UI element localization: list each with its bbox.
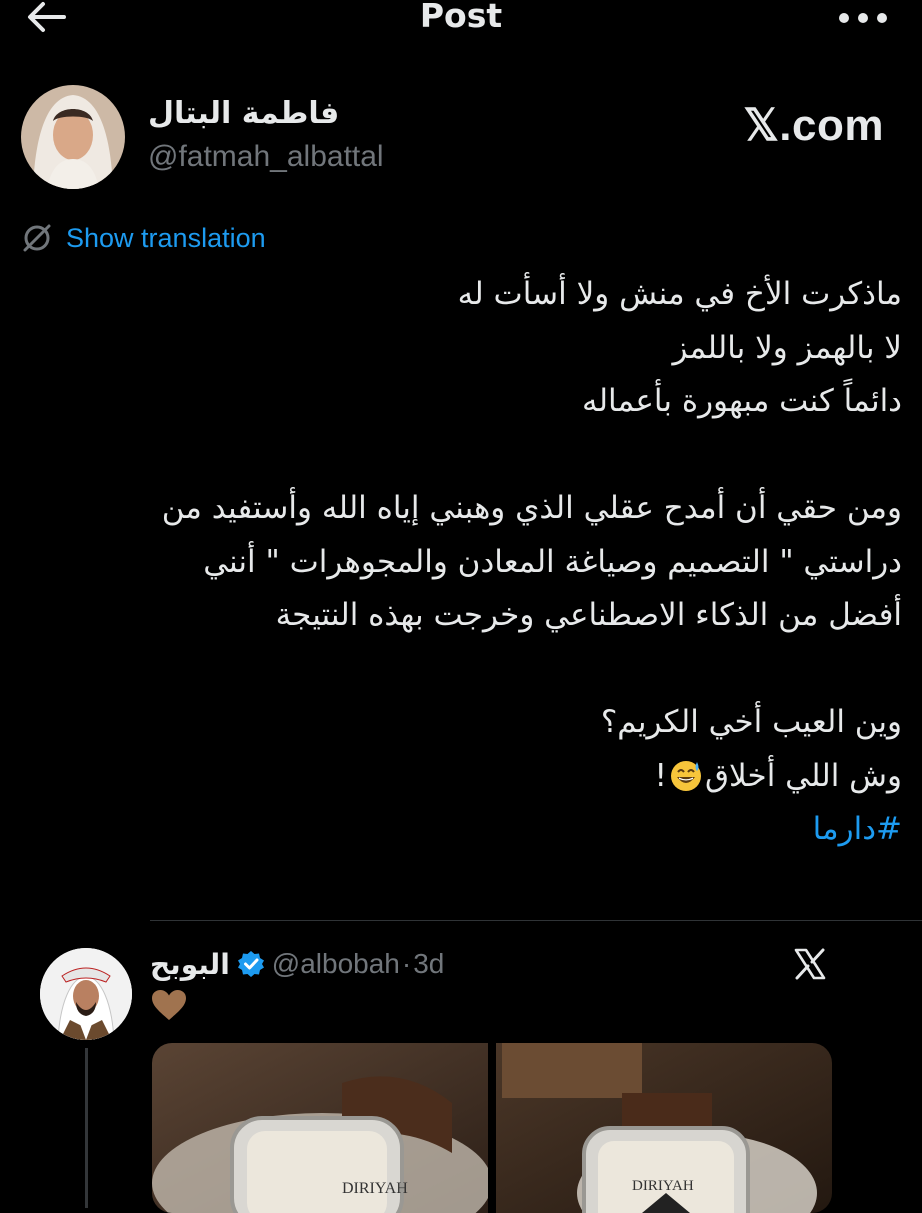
tweet-line: وش اللي أخلاق bbox=[704, 757, 902, 794]
translate-icon bbox=[23, 224, 51, 252]
separator-dot: · bbox=[401, 948, 412, 979]
watch-brand-right: DIRIYAH bbox=[632, 1178, 694, 1194]
verified-badge-icon bbox=[237, 951, 264, 977]
tweet-line-with-emoji: وش اللي أخلاق ! bbox=[22, 750, 902, 804]
tweet-line: أفضل من الذكاء الاصطناعي وخرجت بهذه النت… bbox=[275, 597, 902, 633]
watch-photos: DIRIYAH DIRIYAH bbox=[152, 1043, 832, 1213]
more-button[interactable] bbox=[836, 0, 892, 36]
more-dots-icon bbox=[839, 13, 887, 23]
tweet-line: ماذكرت الأخ في منش ولا أسأت له bbox=[457, 276, 902, 312]
grinning-sweat-emoji bbox=[670, 760, 701, 791]
media-grid[interactable]: DIRIYAH DIRIYAH bbox=[152, 1043, 832, 1213]
watermark: 𝕏.com bbox=[743, 101, 884, 150]
tweet-exclamation: ! bbox=[654, 757, 667, 794]
tweet-line: وين العيب أخي الكريم؟ bbox=[600, 704, 902, 740]
quoted-author-handle[interactable]: @albobah bbox=[272, 948, 400, 980]
author-handle[interactable]: @fatmah_albattal bbox=[148, 140, 384, 174]
tweet-line: لا بالهمز ولا باللمز bbox=[672, 329, 902, 366]
post-timestamp[interactable]: 3d bbox=[413, 948, 444, 980]
x-logo-icon bbox=[794, 948, 826, 980]
show-translation-button[interactable]: Show translation bbox=[20, 218, 266, 258]
page-title: Post bbox=[419, 0, 503, 35]
brown-heart-icon bbox=[152, 990, 186, 1020]
brown-heart-emoji bbox=[150, 988, 188, 1022]
tweet-line: دائماً كنت مبهورة بأعماله bbox=[581, 383, 902, 419]
divider bbox=[150, 920, 922, 921]
top-bar: Post bbox=[0, 0, 922, 40]
hashtag-link[interactable]: #دارما bbox=[22, 803, 902, 857]
avatar-image bbox=[21, 85, 125, 189]
tweet-line: ومن حقي أن أمدح عقلي الذي وهبني إياه الل… bbox=[161, 490, 902, 526]
avatar-image bbox=[40, 948, 132, 1040]
quoted-author-avatar[interactable] bbox=[40, 948, 132, 1040]
show-translation-label: Show translation bbox=[66, 222, 266, 253]
author-avatar[interactable] bbox=[21, 85, 125, 189]
tweet-line: دراستي " التصميم وصياغة المعادن والمجوهر… bbox=[203, 543, 902, 580]
quoted-author-name[interactable]: البوبح bbox=[150, 948, 230, 981]
author-name[interactable]: فاطمة البتال bbox=[148, 96, 339, 131]
x-logo-button[interactable] bbox=[790, 944, 830, 984]
thread-line bbox=[85, 1048, 88, 1208]
quoted-post-header: البوبح @albobah · 3d bbox=[150, 944, 444, 984]
watch-brand-left: DIRIYAH bbox=[342, 1180, 408, 1197]
tweet-text: ماذكرت الأخ في منش ولا أسأت له لا بالهمز… bbox=[22, 268, 902, 857]
